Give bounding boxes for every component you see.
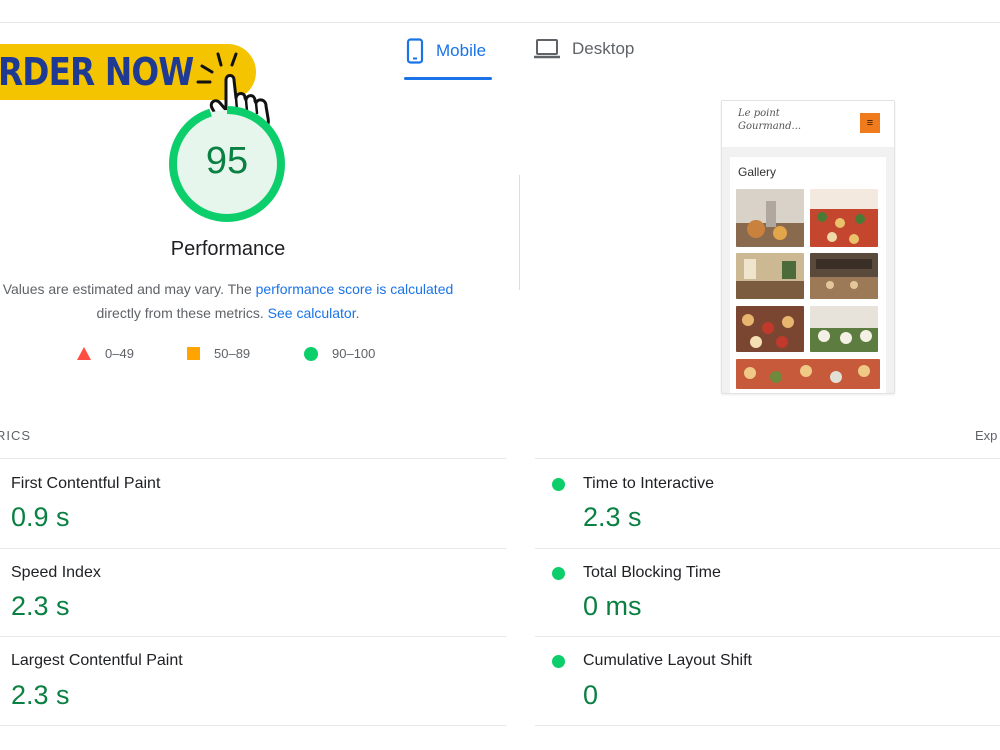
metric-tbt-name: Total Blocking Time [583, 564, 721, 581]
vertical-divider [519, 175, 520, 290]
page-screenshot-preview: Le point Gourmand... ≡ Gallery [721, 100, 895, 394]
pass-dot-icon [552, 655, 565, 668]
expand-view-toggle[interactable]: Exp [975, 428, 997, 443]
metric-si-value: 2.3 s [11, 591, 70, 621]
legend-average-label: 50–89 [214, 346, 251, 361]
desc-text-3: . [355, 305, 360, 321]
desc-text-2: directly from these metrics. [96, 305, 268, 321]
performance-title: Performance [170, 238, 286, 260]
gallery-photo [736, 189, 804, 247]
orange-square-icon [187, 347, 200, 360]
metrics-section-label: RICS [0, 428, 32, 443]
gallery-photo [810, 253, 878, 299]
gallery-photo [736, 253, 804, 299]
metric-lcp-value: 2.3 s [11, 680, 70, 710]
laptop-icon [534, 39, 560, 59]
metric-lcp-name: Largest Contentful Paint [11, 652, 183, 669]
preview-logo: Le point Gourmand... [738, 107, 802, 133]
preview-gallery-title: Gallery [738, 165, 777, 179]
performance-score-link[interactable]: performance score is calculated [256, 281, 454, 297]
see-calculator-link[interactable]: See calculator [268, 305, 356, 321]
metric-fcp-name: First Contentful Paint [11, 475, 161, 492]
metric-tti-value: 2.3 s [583, 502, 642, 532]
gallery-photo [736, 306, 804, 352]
tab-mobile[interactable]: Mobile [406, 38, 486, 64]
metric-si-name: Speed Index [11, 564, 101, 581]
desc-text-1: Values are estimated and may vary. The [2, 281, 256, 297]
metric-tbt-value: 0 ms [583, 591, 642, 621]
tab-mobile-label: Mobile [436, 41, 487, 60]
pass-dot-icon [552, 567, 565, 580]
metrics-divider [0, 548, 506, 549]
pass-dot-icon [552, 478, 565, 491]
metric-cls-value: 0 [583, 680, 599, 710]
red-triangle-icon [77, 347, 91, 360]
tab-desktop[interactable]: Desktop [534, 38, 634, 60]
performance-description: Values are estimated and may vary. The p… [0, 277, 466, 325]
preview-header: Le point Gourmand... ≡ [722, 101, 894, 147]
metric-fcp-value: 0.9 s [11, 502, 70, 532]
gallery-photo [810, 306, 878, 352]
phone-icon [406, 38, 424, 64]
legend-pass: 90–100 [304, 346, 375, 361]
metrics-divider [0, 725, 506, 726]
preview-logo-line2: Gourmand... [738, 121, 802, 132]
metrics-divider [0, 458, 506, 459]
metric-tti-name: Time to Interactive [583, 475, 715, 492]
legend-fail-label: 0–49 [105, 346, 134, 361]
preview-logo-line1: Le point [738, 108, 780, 119]
legend-fail: 0–49 [77, 346, 134, 361]
green-circle-icon [304, 346, 318, 361]
tab-desktop-label: Desktop [572, 39, 635, 58]
top-divider [0, 22, 1000, 23]
active-tab-indicator [404, 77, 492, 80]
preview-gallery-card: Gallery [730, 157, 886, 393]
performance-score: 95 [205, 140, 249, 182]
legend-pass-label: 90–100 [332, 346, 376, 361]
metrics-divider [535, 725, 1000, 726]
hamburger-menu-icon: ≡ [860, 113, 880, 133]
order-now-label: RDER NOW [0, 50, 194, 94]
metrics-divider [535, 548, 1000, 549]
metric-cls-name: Cumulative Layout Shift [583, 652, 752, 669]
metrics-divider [535, 458, 1000, 459]
gallery-photo [736, 359, 880, 389]
legend-average: 50–89 [187, 346, 250, 361]
gallery-photo [810, 189, 878, 247]
metrics-divider [0, 636, 506, 637]
metrics-divider [535, 636, 1000, 637]
